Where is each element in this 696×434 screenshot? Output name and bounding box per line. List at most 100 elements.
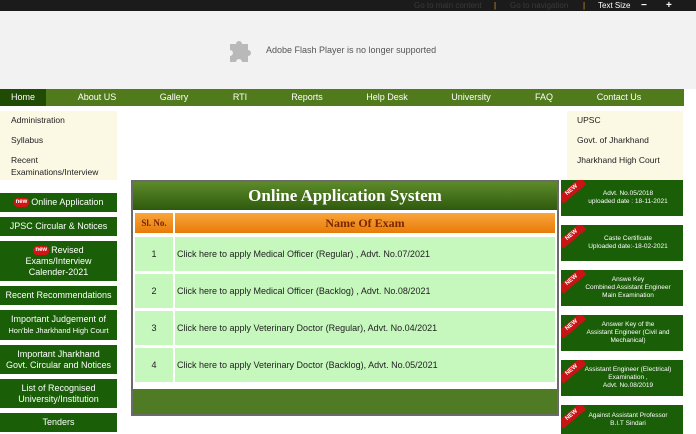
- nav-gallery[interactable]: Gallery: [152, 89, 196, 106]
- page: Go to main content | Go to navigation | …: [0, 0, 696, 434]
- online-application-button[interactable]: new Online Application: [0, 193, 117, 212]
- exam-apply-link[interactable]: Click here to apply Veterinary Doctor (R…: [175, 311, 555, 345]
- recent-recommendations-label: Recent Recommendations: [5, 290, 112, 300]
- nav-home[interactable]: Home: [0, 89, 46, 106]
- sidebar-item-administration[interactable]: Administration: [11, 115, 65, 126]
- separator: |: [494, 1, 497, 10]
- notice-line: Uploaded date:-18-02-2021: [588, 243, 668, 250]
- notice-item[interactable]: NEW Assistant Engineer (Electrical) Exam…: [561, 360, 683, 396]
- notice-line: Answe Key: [611, 276, 645, 283]
- tenders-button[interactable]: Tenders: [0, 413, 117, 432]
- column-header-exam-name: Name Of Exam: [175, 213, 555, 233]
- notice-text: Against Assistant Professor B.I.T Sindar…: [577, 412, 679, 428]
- sidebar-item-upsc[interactable]: UPSC: [577, 115, 601, 126]
- nav-reports[interactable]: Reports: [285, 89, 329, 106]
- panel-footer: [133, 389, 557, 414]
- row-sl-no: 4: [135, 348, 173, 382]
- text-size-label: Text Size: [598, 1, 631, 10]
- text-increase-button[interactable]: +: [666, 0, 672, 11]
- revised-label-line2: Exams/Interview: [25, 255, 92, 266]
- judgement-label: Important Judgement of: [10, 314, 107, 324]
- notice-line: Assistant Engineer (Electrical): [584, 366, 672, 373]
- table-row: 2 Click here to apply Medical Officer (B…: [133, 274, 557, 308]
- notice-line: Answer Key of the: [601, 321, 655, 328]
- flash-banner: Adobe Flash Player is no longer supporte…: [0, 11, 696, 89]
- sidebar-item-govt-jharkhand[interactable]: Govt. of Jharkhand: [577, 135, 649, 146]
- exam-apply-link[interactable]: Click here to apply Medical Officer (Reg…: [175, 237, 555, 271]
- sidebar-item-syllabus[interactable]: Syllabus: [11, 135, 43, 146]
- notice-item[interactable]: NEW Answer Key of the Assistant Engineer…: [561, 315, 683, 351]
- separator: |: [583, 1, 586, 10]
- university-label-line2: University/Institution: [18, 393, 99, 404]
- right-sidebar-links: UPSC Govt. of Jharkhand Jharkhand High C…: [567, 111, 683, 180]
- nav-about-us[interactable]: About US: [72, 89, 122, 106]
- notice-item[interactable]: NEW Caste Certificate Uploaded date:-18-…: [561, 225, 683, 261]
- exam-apply-link[interactable]: Click here to apply Veterinary Doctor (B…: [175, 348, 555, 382]
- online-application-panel: Online Application System Sl. No. Name O…: [131, 180, 559, 416]
- notice-text: Caste Certificate Uploaded date:-18-02-2…: [577, 235, 679, 251]
- sidebar-item-recent[interactable]: Recent: [11, 155, 38, 166]
- notice-text: Assistant Engineer (Electrical) Examinat…: [577, 366, 679, 390]
- revised-calendar-button[interactable]: new Revised Exams/Interview Calender-2021: [0, 241, 117, 281]
- recent-recommendations-button[interactable]: Recent Recommendations: [0, 286, 117, 305]
- notice-item[interactable]: NEW Answe Key Combined Assistant Enginee…: [561, 270, 683, 306]
- nav-faq[interactable]: FAQ: [530, 89, 558, 106]
- govt-circular-button[interactable]: Important Jharkhand Govt. Circular and N…: [0, 345, 117, 374]
- notice-line: B.I.T Sindari: [610, 419, 646, 427]
- notice-line: Main Examination: [602, 292, 654, 299]
- accessibility-bar: Go to main content | Go to navigation | …: [0, 0, 696, 11]
- plugin-icon: [230, 41, 251, 62]
- text-decrease-button[interactable]: −: [641, 0, 647, 11]
- notice-line: Assistant Engineer (Civil and: [586, 329, 670, 336]
- table-header: Sl. No. Name Of Exam: [133, 213, 557, 233]
- exam-apply-link[interactable]: Click here to apply Medical Officer (Bac…: [175, 274, 555, 308]
- notice-line: Examination ,: [608, 374, 648, 381]
- table-row: 3 Click here to apply Veterinary Doctor …: [133, 311, 557, 345]
- new-badge: new: [13, 198, 30, 207]
- govt-circular-label-line2: Govt. Circular and Notices: [5, 359, 112, 370]
- circular-notices-label: JPSC Circular & Notices: [9, 221, 108, 231]
- judgement-label-line2: Hon'ble Jharkhand High Court: [8, 326, 109, 335]
- notice-item[interactable]: NEW Against Assistant Professor B.I.T Si…: [561, 405, 683, 434]
- main-nav: Home About US Gallery RTI Reports Help D…: [0, 89, 684, 106]
- revised-label-line3: Calender-2021: [28, 266, 89, 277]
- row-sl-no: 1: [135, 237, 173, 271]
- sidebar-item-examinations-interview[interactable]: Examinations/Interview: [11, 167, 98, 178]
- notice-item[interactable]: NEW Advt. No.05/2018 uploaded date : 18-…: [561, 180, 683, 216]
- notice-line: Combined Assistant Engineer: [585, 284, 671, 291]
- row-sl-no: 3: [135, 311, 173, 345]
- panel-title: Online Application System: [133, 182, 557, 210]
- university-label: List of Recognised: [21, 382, 96, 393]
- high-court-judgement-button[interactable]: Important Judgement of Hon'ble Jharkhand…: [0, 310, 117, 340]
- notice-text: Answe Key Combined Assistant Engineer Ma…: [577, 276, 679, 300]
- column-header-sl-no: Sl. No.: [135, 213, 173, 233]
- govt-circular-label: Important Jharkhand: [17, 348, 100, 359]
- page-scrollbar[interactable]: [684, 89, 696, 434]
- table-row: 4 Click here to apply Veterinary Doctor …: [133, 348, 557, 382]
- notice-text: Answer Key of the Assistant Engineer (Ci…: [577, 321, 679, 345]
- notice-line: Advt. No.05/2018: [602, 190, 654, 197]
- notice-line: Caste Certificate: [603, 235, 653, 242]
- nav-rti[interactable]: RTI: [225, 89, 255, 106]
- notice-line: Against Assistant Professor: [588, 411, 668, 419]
- revised-label: Revised: [51, 244, 84, 255]
- recognised-university-button[interactable]: List of Recognised University/Institutio…: [0, 379, 117, 408]
- notice-line: Mechanical): [610, 337, 646, 344]
- nav-university[interactable]: University: [448, 89, 494, 106]
- skip-to-nav-link[interactable]: Go to navigation: [510, 0, 568, 11]
- online-application-label: Online Application: [31, 197, 104, 207]
- nav-help-desk[interactable]: Help Desk: [362, 89, 412, 106]
- row-sl-no: 2: [135, 274, 173, 308]
- new-badge: new: [33, 245, 50, 255]
- notice-text: Advt. No.05/2018 uploaded date : 18-11-2…: [577, 190, 679, 206]
- skip-to-main-link[interactable]: Go to main content: [414, 0, 482, 11]
- left-sidebar-links: Administration Syllabus Recent Examinati…: [0, 111, 117, 180]
- flash-unsupported-message: Adobe Flash Player is no longer supporte…: [266, 45, 437, 55]
- tenders-label: Tenders: [42, 417, 75, 427]
- sidebar-item-jharkhand-high-court[interactable]: Jharkhand High Court: [577, 155, 660, 166]
- table-row: 1 Click here to apply Medical Officer (R…: [133, 237, 557, 271]
- nav-contact-us[interactable]: Contact Us: [592, 89, 646, 106]
- notice-line: uploaded date : 18-11-2021: [588, 198, 668, 205]
- circular-notices-button[interactable]: JPSC Circular & Notices: [0, 217, 117, 236]
- notice-line: Advt. No.08/2019: [602, 382, 654, 389]
